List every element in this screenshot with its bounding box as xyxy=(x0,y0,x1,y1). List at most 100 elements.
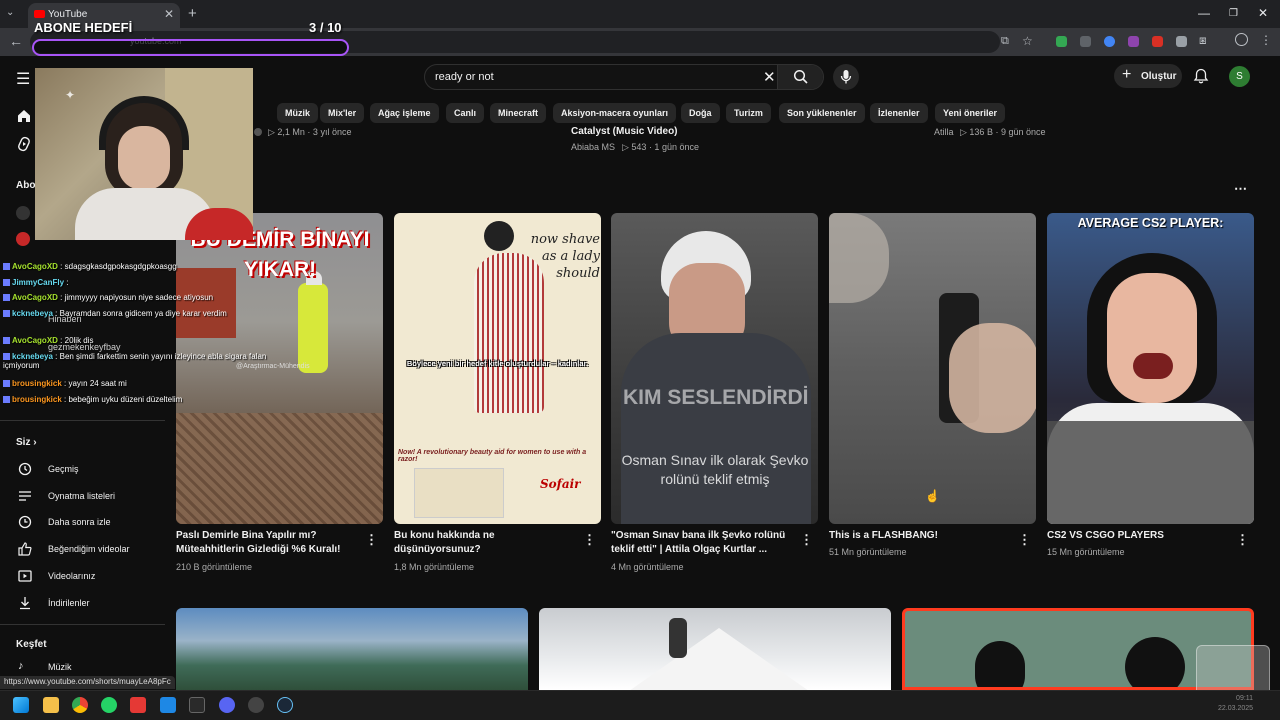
sidebar-item-downloads[interactable]: İndirilenler xyxy=(48,598,90,608)
sidebar-item-music[interactable]: Müzik xyxy=(48,662,72,672)
video-title[interactable]: Catalyst (Music Video) xyxy=(571,125,678,139)
clear-search-icon[interactable]: ✕ xyxy=(763,68,776,86)
video-thumbnail[interactable]: KIM SESLENDİRDİ Osman Sınav ilk olarak Ş… xyxy=(611,213,818,524)
system-clock[interactable]: 09:11 22.03.2025 xyxy=(1218,694,1253,714)
search-box[interactable]: ✕ xyxy=(424,64,824,90)
filter-chip[interactable]: Minecraft xyxy=(490,103,547,123)
filter-chip[interactable]: Aksiyon-macera oyunları xyxy=(553,103,677,123)
filter-chip[interactable]: Müzik xyxy=(277,103,319,123)
extension-icon[interactable] xyxy=(1056,36,1067,47)
channel-name[interactable]: Abiaba MS xyxy=(571,142,615,152)
microphone-icon xyxy=(840,70,852,84)
chrome-icon[interactable] xyxy=(72,697,88,713)
steam-icon[interactable] xyxy=(277,697,293,713)
video-more-icon[interactable]: ⋮ xyxy=(583,532,596,548)
filter-chip[interactable]: Son yüklenenler xyxy=(779,103,865,123)
channel-avatar[interactable] xyxy=(254,128,262,136)
filter-chip[interactable]: İzlenenler xyxy=(870,103,928,123)
video-thumbnail[interactable]: now shave as a lady should Böylece yeni … xyxy=(394,213,601,524)
you-section-heading[interactable]: Siz › xyxy=(16,437,37,448)
sidebar-item-playlists[interactable]: Oynatma listeleri xyxy=(48,491,115,501)
app-icon[interactable] xyxy=(248,697,264,713)
notifications-bell-icon[interactable] xyxy=(1193,68,1209,89)
video-thumbnail[interactable] xyxy=(176,608,528,690)
windows-start-icon[interactable] xyxy=(13,697,29,713)
video-more-icon[interactable]: ⋮ xyxy=(800,532,813,548)
man-jacket xyxy=(621,333,811,524)
hand-image xyxy=(949,323,1036,433)
video-title[interactable]: Bu konu hakkında ne düşünüyorsunuz? xyxy=(394,529,579,557)
photos-icon[interactable] xyxy=(160,697,176,713)
account-avatar[interactable]: S xyxy=(1229,66,1250,87)
app-icon[interactable] xyxy=(130,697,146,713)
channel-name[interactable]: Atilla xyxy=(934,127,954,137)
subscription-avatar[interactable] xyxy=(16,232,30,246)
extensions-puzzle-icon[interactable]: ⧆ xyxy=(1199,33,1207,48)
profile-icon[interactable] xyxy=(1235,33,1248,46)
video-thumbnail[interactable] xyxy=(539,608,891,690)
chevron-right-icon: › xyxy=(33,437,37,448)
open-mouth xyxy=(1133,353,1173,379)
extension-icon[interactable] xyxy=(1176,36,1187,47)
create-button[interactable]: + Oluştur xyxy=(1114,64,1182,88)
video-title[interactable]: CS2 VS CSGO PLAYERS xyxy=(1047,529,1232,543)
filter-chip[interactable]: Mix'ler xyxy=(320,103,365,123)
epic-games-icon[interactable] xyxy=(189,697,205,713)
video-title[interactable]: This is a FLASHBANG! xyxy=(829,529,1014,543)
subscriptions-heading[interactable]: Abo xyxy=(16,180,35,191)
filter-chip[interactable]: Canlı xyxy=(446,103,485,123)
badge-icon xyxy=(3,294,10,302)
extension-icon[interactable] xyxy=(1080,36,1091,47)
filter-chip[interactable]: Yeni öneriler xyxy=(935,103,1006,123)
sidebar-item-history[interactable]: Geçmiş xyxy=(48,464,79,474)
sidebar-item-liked-videos[interactable]: Beğendiğim videolar xyxy=(48,544,130,554)
browser-menu-icon[interactable]: ⋮ xyxy=(1260,33,1272,47)
whatsapp-icon[interactable] xyxy=(101,697,117,713)
search-input[interactable] xyxy=(435,68,755,86)
subscriber-goal-count: 3 / 10 xyxy=(309,20,342,35)
badge-icon xyxy=(3,263,10,271)
video-title[interactable]: "Osman Sınav bana ilk Şevko rolünü tekli… xyxy=(611,529,796,557)
video-more-icon[interactable]: ⋮ xyxy=(365,532,378,548)
video-title[interactable]: Paslı Demirle Bina Yapılır mı? Müteahhit… xyxy=(176,529,361,557)
subscriber-goal-title: ABONE HEDEFİ xyxy=(34,20,133,35)
badge-icon xyxy=(3,396,10,404)
home-icon[interactable] xyxy=(16,108,32,129)
status-bar-url: https://www.youtube.com/shorts/muayLeA8p… xyxy=(0,676,175,689)
shorts-icon[interactable] xyxy=(16,136,32,157)
video-thumbnail[interactable]: AVERAGE CS2 PLAYER: xyxy=(1047,213,1254,524)
new-tab-icon[interactable]: + xyxy=(188,5,197,22)
extension-icon[interactable] xyxy=(1104,36,1115,47)
minimize-icon[interactable]: — xyxy=(1198,6,1210,20)
restore-icon[interactable]: ❐ xyxy=(1229,8,1238,19)
hamburger-menu-icon[interactable]: ☰ xyxy=(16,69,30,89)
ad-brand: Sofair xyxy=(540,477,581,491)
section-more-icon[interactable]: ⋯ xyxy=(1234,181,1247,197)
install-app-icon[interactable]: ⧉ xyxy=(1001,35,1009,48)
extension-icon[interactable] xyxy=(1152,36,1163,47)
close-tab-icon[interactable]: ✕ xyxy=(164,7,174,21)
back-icon[interactable]: ← xyxy=(9,33,23,49)
sidebar-item-watch-later[interactable]: Daha sonra izle xyxy=(48,517,111,527)
search-button[interactable] xyxy=(777,65,823,89)
sidebar-item-your-videos[interactable]: Videolarınız xyxy=(48,571,95,581)
worker-figure xyxy=(298,283,328,373)
video-thumbnail[interactable] xyxy=(829,213,1036,524)
subscription-avatar[interactable] xyxy=(16,206,30,220)
file-explorer-icon[interactable] xyxy=(43,697,59,713)
video-more-icon[interactable]: ⋮ xyxy=(1236,532,1249,548)
extension-icon[interactable] xyxy=(1128,36,1139,47)
tab-search-icon[interactable]: ⌄ xyxy=(6,7,14,18)
liked-videos-icon xyxy=(18,542,32,561)
video-more-icon[interactable]: ⋮ xyxy=(1018,532,1031,548)
downloads-icon xyxy=(18,596,32,615)
filter-chip[interactable]: Ağaç işleme xyxy=(370,103,439,123)
lady-hair xyxy=(484,221,514,251)
close-window-icon[interactable]: ✕ xyxy=(1258,6,1268,20)
discord-icon[interactable] xyxy=(219,697,235,713)
filter-chip[interactable]: Doğa xyxy=(681,103,720,123)
filter-chip[interactable]: Turizm xyxy=(726,103,771,123)
bookmark-star-icon[interactable]: ☆ xyxy=(1022,34,1033,48)
voice-search-button[interactable] xyxy=(833,64,859,90)
ad-text: now shave as a lady should xyxy=(530,232,600,281)
